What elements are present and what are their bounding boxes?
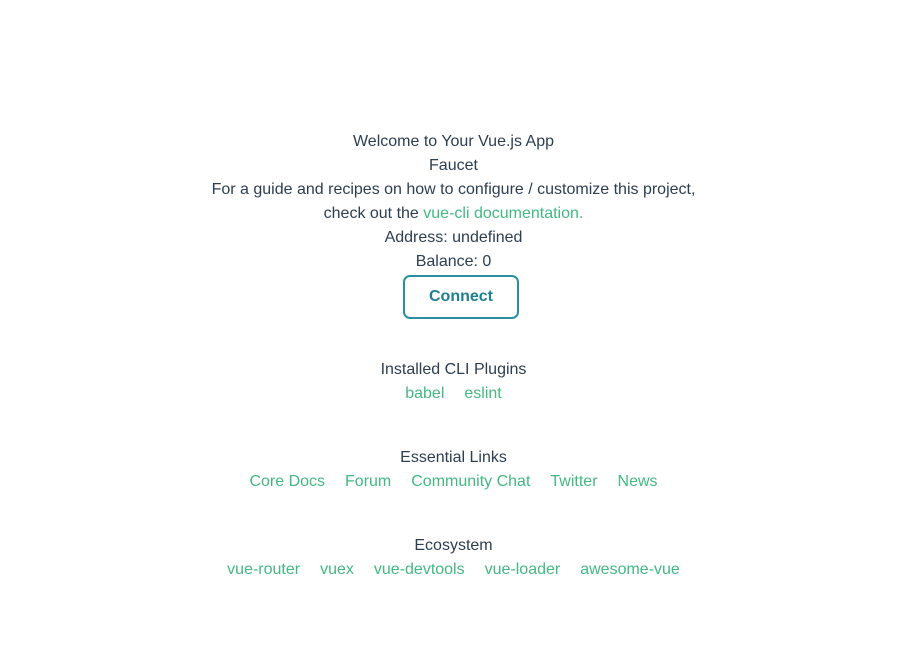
plugin-link-eslint[interactable]: eslint: [464, 382, 501, 406]
essential-link-core-docs[interactable]: Core Docs: [249, 470, 325, 494]
ecosystem-link-vue-loader[interactable]: vue-loader: [485, 558, 561, 582]
ecosystem-list: vue-router vuex vue-devtools vue-loader …: [0, 558, 907, 582]
ecosystem-title: Ecosystem: [414, 537, 493, 554]
balance-label: Balance: 0: [415, 253, 492, 270]
vue-cli-docs-link[interactable]: vue-cli documentation.: [423, 205, 583, 222]
check-out-prefix: check out the: [323, 205, 424, 222]
essential-links-title: Essential Links: [400, 449, 507, 466]
essential-link-twitter[interactable]: Twitter: [550, 470, 597, 494]
ecosystem-link-awesome-vue[interactable]: awesome-vue: [580, 558, 680, 582]
ecosystem-link-vuex[interactable]: vuex: [320, 558, 354, 582]
essential-links-list: Core Docs Forum Community Chat Twitter N…: [0, 470, 907, 494]
essential-link-forum[interactable]: Forum: [345, 470, 391, 494]
essential-link-news[interactable]: News: [618, 470, 658, 494]
connect-button[interactable]: Connect: [403, 275, 519, 319]
ecosystem-link-vue-devtools[interactable]: vue-devtools: [374, 558, 465, 582]
check-out-line: check out the vue-cli documentation.: [0, 202, 907, 226]
plugins-title: Installed CLI Plugins: [380, 361, 527, 378]
plugins-list: babel eslint: [0, 382, 907, 406]
ecosystem-link-vue-router[interactable]: vue-router: [227, 558, 300, 582]
app-subtitle: Faucet: [429, 157, 478, 174]
essential-link-community-chat[interactable]: Community Chat: [411, 470, 530, 494]
welcome-heading: Welcome to Your Vue.js App: [352, 133, 554, 150]
address-label: Address: undefined: [384, 229, 523, 246]
plugin-link-babel[interactable]: babel: [405, 382, 444, 406]
guide-text: For a guide and recipes on how to config…: [211, 181, 696, 198]
